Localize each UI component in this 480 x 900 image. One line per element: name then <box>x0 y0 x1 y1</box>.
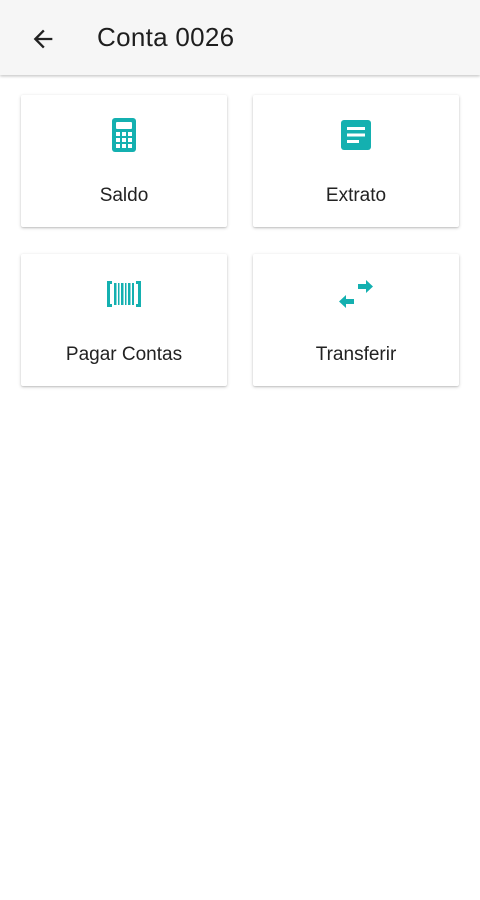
barcode-icon <box>104 274 144 314</box>
account-menu-grid: Saldo Extrato Pagar Contas Transferir <box>21 95 459 386</box>
saldo-label: Saldo <box>99 185 149 206</box>
transferir-card[interactable]: Transferir <box>253 254 459 386</box>
pagar-contas-card[interactable]: Pagar Contas <box>21 254 227 386</box>
saldo-card[interactable]: Saldo <box>21 95 227 227</box>
swap-arrows-icon <box>336 274 376 314</box>
page-title: Conta 0026 <box>97 22 235 52</box>
extrato-label: Extrato <box>325 185 387 206</box>
app-bar: Conta 0026 <box>0 0 480 75</box>
extrato-card[interactable]: Extrato <box>253 95 459 227</box>
transferir-label: Transferir <box>315 344 397 365</box>
calculator-icon <box>104 115 144 155</box>
arrow-back-icon <box>33 29 53 49</box>
back-button[interactable] <box>24 20 62 58</box>
document-icon <box>336 115 376 155</box>
pagar-contas-label: Pagar Contas <box>65 344 183 365</box>
